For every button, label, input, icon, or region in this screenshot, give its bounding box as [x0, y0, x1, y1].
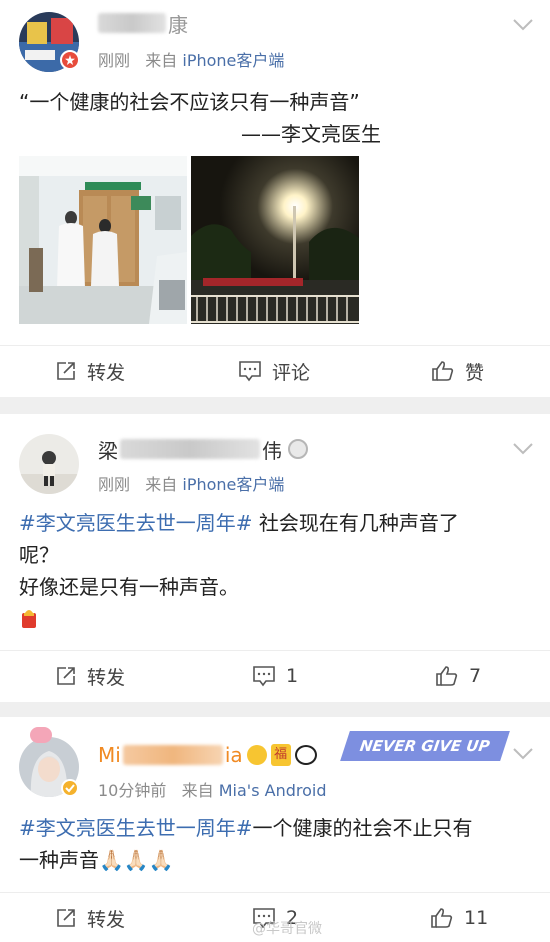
chevron-down-icon[interactable] [512, 18, 534, 32]
post-content: #李文亮医生去世一周年# 社会现在有几种声音了 呢？ 好像还是只有一种声音。 [19, 511, 459, 599]
panda-icon [294, 745, 317, 765]
share-icon [57, 362, 75, 380]
username[interactable]: Mi ia 福 [98, 742, 317, 768]
post-card: 梁 伟 刚刚 来自 iPhone客户端 #李文亮医生去世一周年# 社会现在有几种… [0, 414, 550, 702]
hashtag-link[interactable]: #李文亮医生去世一周年# [19, 511, 253, 535]
chevron-down-icon[interactable] [512, 442, 534, 456]
comment-icon [253, 666, 275, 687]
share-icon [57, 667, 75, 685]
repost-button[interactable]: 转发 [55, 346, 125, 396]
comment-button[interactable]: 评论 [238, 346, 310, 396]
fu-badge: 福 [270, 744, 291, 766]
never-give-up-banner: NEVER GIVE UP [340, 731, 510, 761]
repost-button[interactable]: 转发 [55, 651, 125, 701]
post-actions: 转发 1 7 [0, 650, 550, 700]
like-button[interactable]: 11 [430, 893, 488, 942]
like-button[interactable]: 赞 [431, 346, 484, 396]
post-content: #李文亮医生去世一周年#一个健康的社会不止只有 一种声音🙏🏻🙏🏻🙏🏻 [19, 816, 473, 872]
chevron-down-icon[interactable] [512, 747, 534, 761]
medal-icon [288, 439, 308, 459]
watermark: @华哥官微 [252, 921, 322, 937]
post-meta: 刚刚 来自 iPhone客户端 [98, 51, 285, 70]
repost-button[interactable]: 转发 [55, 893, 125, 942]
post-actions: 转发 评论 赞 [0, 345, 550, 395]
post-image[interactable] [191, 156, 359, 324]
hashtag-link[interactable]: #李文亮医生去世一周年# [19, 816, 253, 840]
red-envelope-icon [22, 610, 36, 628]
pig-ornament-icon [30, 727, 52, 743]
thumbs-up-icon [432, 361, 454, 381]
comment-button[interactable]: 1 [252, 651, 298, 701]
share-icon [57, 909, 75, 927]
post-image[interactable] [19, 156, 187, 324]
thumbs-up-icon [436, 666, 458, 686]
crown-emoji-icon [246, 745, 267, 765]
post-meta: 刚刚 来自 iPhone客户端 [98, 475, 285, 494]
post-meta: 10分钟前 来自 Mia's Android [98, 781, 327, 800]
verified-badge [61, 779, 79, 797]
like-button[interactable]: 7 [435, 651, 481, 701]
username[interactable]: 康 [98, 10, 188, 37]
post-card: Mi ia 福 NEVER GIVE UP 10分钟前 来自 Mia's And… [0, 717, 550, 942]
post-card: 康 刚刚 来自 iPhone客户端 “一个健康的社会不应该只有一种声音” ——李… [0, 0, 550, 397]
post-content: “一个健康的社会不应该只有一种声音” ——李文亮医生 [19, 90, 381, 146]
thumbs-up-icon [431, 908, 453, 928]
verified-badge [60, 50, 80, 70]
username[interactable]: 梁 伟 [98, 436, 308, 463]
comment-icon [239, 361, 261, 382]
avatar[interactable] [19, 434, 79, 494]
